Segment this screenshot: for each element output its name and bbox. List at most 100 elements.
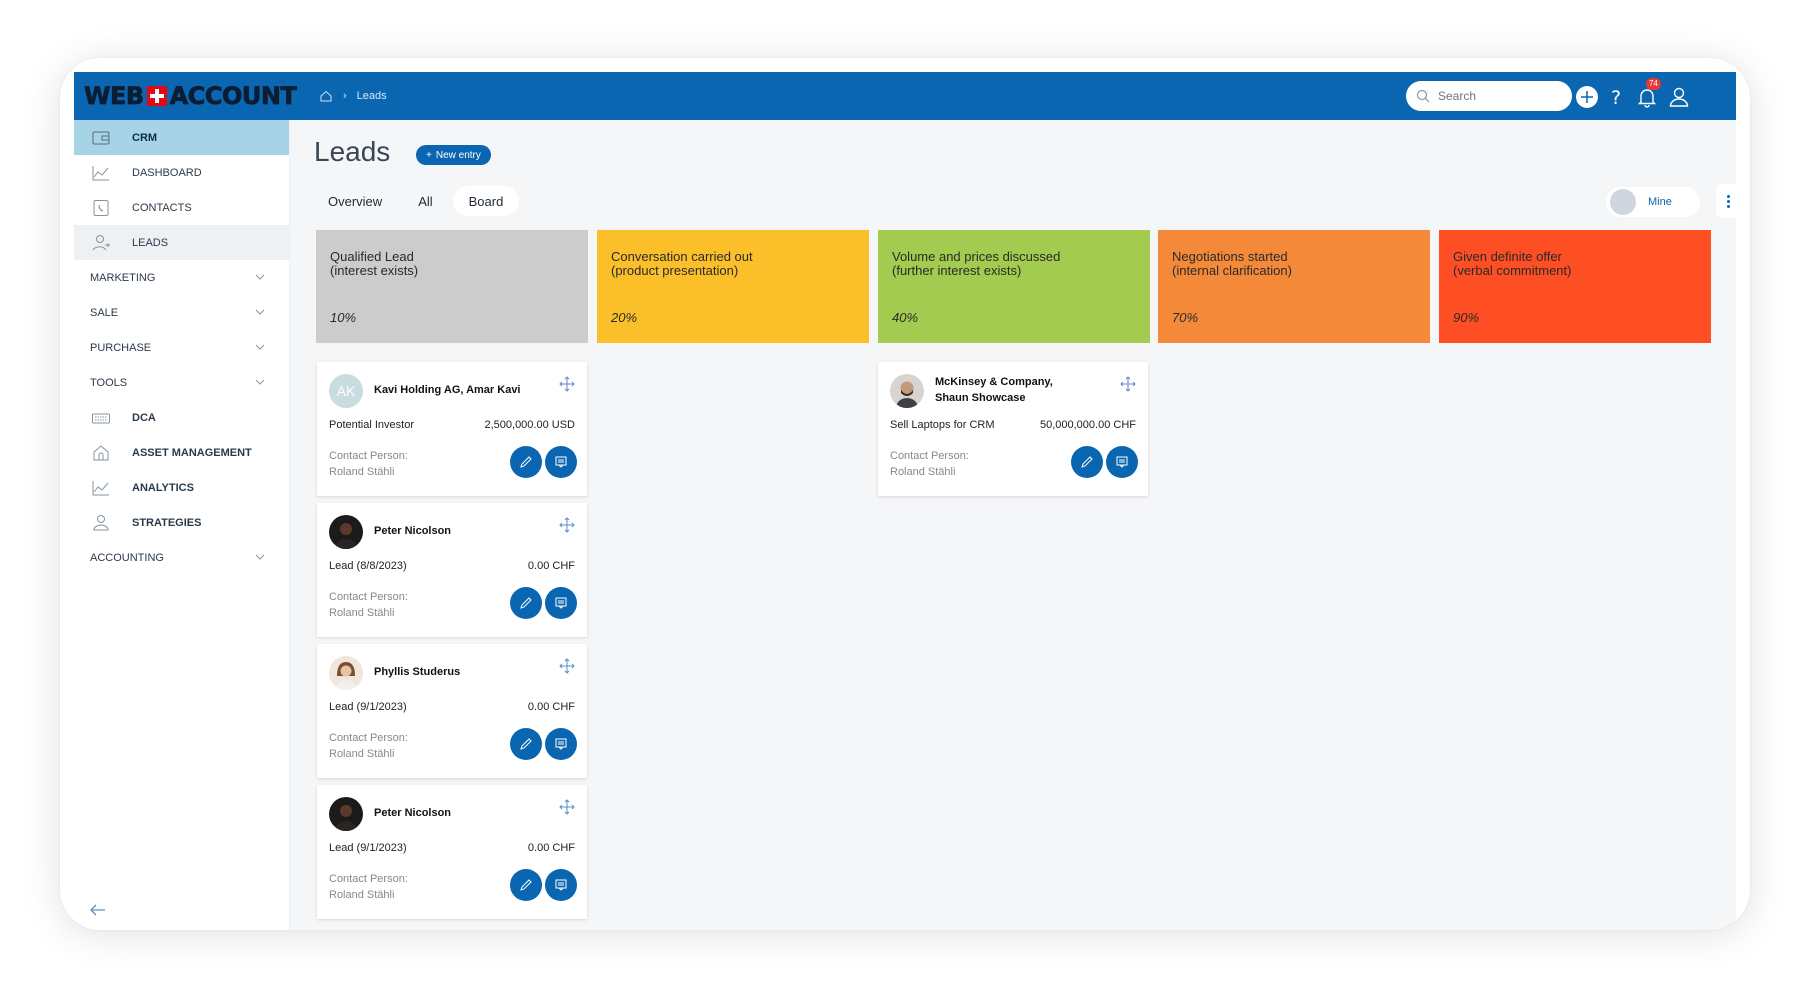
sidebar-item-dashboard[interactable]: DASHBOARD: [74, 155, 289, 190]
board-column: Volume and prices discussed (further int…: [878, 230, 1150, 343]
stage-percentage: 20%: [611, 310, 638, 325]
sidebar-item-accounting[interactable]: ACCOUNTING: [74, 540, 289, 575]
top-bar: WEB ACCOUNT › Leads ? 74: [74, 72, 1736, 120]
lead-description: Lead (9/1/2023): [329, 842, 407, 854]
contact-person-label: Contact Person:: [329, 591, 408, 603]
sidebar-item-leads[interactable]: LEADS: [74, 225, 289, 260]
contact-person-label: Contact Person:: [329, 450, 408, 462]
logo[interactable]: WEB ACCOUNT: [84, 80, 298, 112]
avatar: [890, 374, 924, 408]
pencil-icon: [520, 456, 532, 468]
edit-button[interactable]: [1071, 446, 1103, 478]
move-icon[interactable]: [559, 376, 575, 392]
help-icon[interactable]: ?: [1604, 84, 1630, 110]
stage-name: Conversation carried out (product presen…: [611, 249, 753, 278]
home-icon[interactable]: [319, 89, 333, 103]
sidebar-item-label: STRATEGIES: [132, 516, 202, 529]
contact-person-label: Contact Person:: [329, 873, 408, 885]
stage-percentage: 40%: [892, 310, 919, 325]
sidebar-item-tools[interactable]: TOOLS: [74, 365, 289, 400]
stage-name: Given definite offer (verbal commitment): [1453, 249, 1572, 278]
plus-icon: +: [426, 149, 432, 161]
phone-book-icon: [90, 197, 112, 219]
comment-icon: [555, 879, 567, 891]
keyboard-icon: [90, 407, 112, 429]
contact-person: Contact Person: Roland Stähli: [890, 448, 969, 480]
new-entry-button[interactable]: + New entry: [416, 145, 491, 165]
board-column: Conversation carried out (product presen…: [597, 230, 869, 343]
logo-text-right: ACCOUNT: [169, 82, 297, 111]
sidebar-item-label: SALE: [90, 306, 119, 319]
search-box[interactable]: [1406, 81, 1572, 111]
sidebar-item-label: TOOLS: [90, 376, 128, 389]
stage-header: Qualified Lead (interest exists) 10%: [316, 230, 588, 343]
sidebar-item-label: MARKETING: [90, 271, 156, 284]
move-icon[interactable]: [559, 517, 575, 533]
comment-button[interactable]: [545, 587, 577, 619]
comment-button[interactable]: [545, 446, 577, 478]
sidebar-item-contacts[interactable]: CONTACTS: [74, 190, 289, 225]
avatar: AK: [329, 374, 363, 408]
contact-person-label: Contact Person:: [890, 450, 969, 462]
stage-name: Negotiations started (internal clarifica…: [1172, 249, 1292, 278]
contact-person: Contact Person: Roland Stähli: [329, 730, 408, 762]
tab-all[interactable]: All: [402, 186, 448, 216]
contact-person-name: Roland Stähli: [329, 607, 395, 619]
sidebar-item-dca[interactable]: DCA: [74, 400, 289, 435]
breadcrumb-current[interactable]: Leads: [357, 90, 387, 102]
sidebar-item-label: ASSET MANAGEMENT: [132, 446, 252, 459]
contact-person: Contact Person: Roland Stähli: [329, 589, 408, 621]
lead-description: Lead (8/8/2023): [329, 560, 407, 572]
comment-button[interactable]: [545, 869, 577, 901]
sidebar-item-strategies[interactable]: STRATEGIES: [74, 505, 289, 540]
move-icon[interactable]: [559, 658, 575, 674]
comment-button[interactable]: [1106, 446, 1138, 478]
stage-name: Volume and prices discussed (further int…: [892, 249, 1061, 278]
bell-icon[interactable]: 74: [1634, 78, 1661, 110]
avatar: [329, 656, 363, 690]
contact-person-label: Contact Person:: [329, 732, 408, 744]
sidebar-item-analytics[interactable]: ANALYTICS: [74, 470, 289, 505]
edit-button[interactable]: [510, 728, 542, 760]
sidebar-item-label: DCA: [132, 411, 156, 424]
lead-card[interactable]: Peter Nicolson Lead (9/1/2023) 0.00 CHF …: [317, 785, 587, 919]
move-icon[interactable]: [559, 799, 575, 815]
search-icon: [1416, 89, 1430, 103]
avatar-initials: AK: [336, 383, 356, 399]
main-content: Leads + New entry Overview All Board Min…: [290, 120, 1740, 930]
tab-board[interactable]: Board: [452, 186, 520, 216]
more-options-icon[interactable]: [1716, 184, 1740, 218]
stage-header: Conversation carried out (product presen…: [597, 230, 869, 343]
stage-header: Volume and prices discussed (further int…: [878, 230, 1150, 343]
pencil-icon: [520, 597, 532, 609]
move-icon[interactable]: [1120, 376, 1136, 392]
comment-icon: [555, 597, 567, 609]
lead-card[interactable]: Phyllis Studerus Lead (9/1/2023) 0.00 CH…: [317, 644, 587, 778]
mine-toggle[interactable]: Mine: [1606, 187, 1700, 217]
edit-button[interactable]: [510, 869, 542, 901]
comment-button[interactable]: [545, 728, 577, 760]
collapse-sidebar-arrow-icon[interactable]: [88, 900, 108, 920]
lead-name: Kavi Holding AG, Amar Kavi: [374, 384, 521, 396]
sidebar-item-marketing[interactable]: MARKETING: [74, 260, 289, 295]
lead-amount: 0.00 CHF: [527, 701, 575, 713]
lead-card[interactable]: Peter Nicolson Lead (8/8/2023) 0.00 CHF …: [317, 503, 587, 637]
stage-percentage: 70%: [1172, 310, 1199, 325]
user-profile-icon[interactable]: [1666, 84, 1692, 110]
sidebar-item-sale[interactable]: SALE: [74, 295, 289, 330]
sidebar-item-asset-management[interactable]: ASSET MANAGEMENT: [74, 435, 289, 470]
tab-overview[interactable]: Overview: [312, 186, 398, 216]
sidebar-item-crm[interactable]: CRM: [74, 120, 289, 155]
sidebar-item-purchase[interactable]: PURCHASE: [74, 330, 289, 365]
lead-card[interactable]: AK Kavi Holding AG, Amar Kavi Potential …: [317, 362, 587, 496]
edit-button[interactable]: [510, 446, 542, 478]
pencil-icon: [1081, 456, 1093, 468]
edit-button[interactable]: [510, 587, 542, 619]
mine-label: Mine: [1648, 196, 1672, 208]
lead-card[interactable]: McKinsey & Company, Shaun Showcase Sell …: [878, 362, 1148, 496]
board-column: Qualified Lead (interest exists) 10%: [316, 230, 588, 343]
sidebar: CRM DASHBOARD CONTACTS LEADS MARKETING S…: [74, 120, 290, 930]
notification-badge: 74: [1646, 78, 1661, 90]
search-input[interactable]: [1438, 89, 1558, 103]
add-icon[interactable]: [1574, 84, 1600, 110]
